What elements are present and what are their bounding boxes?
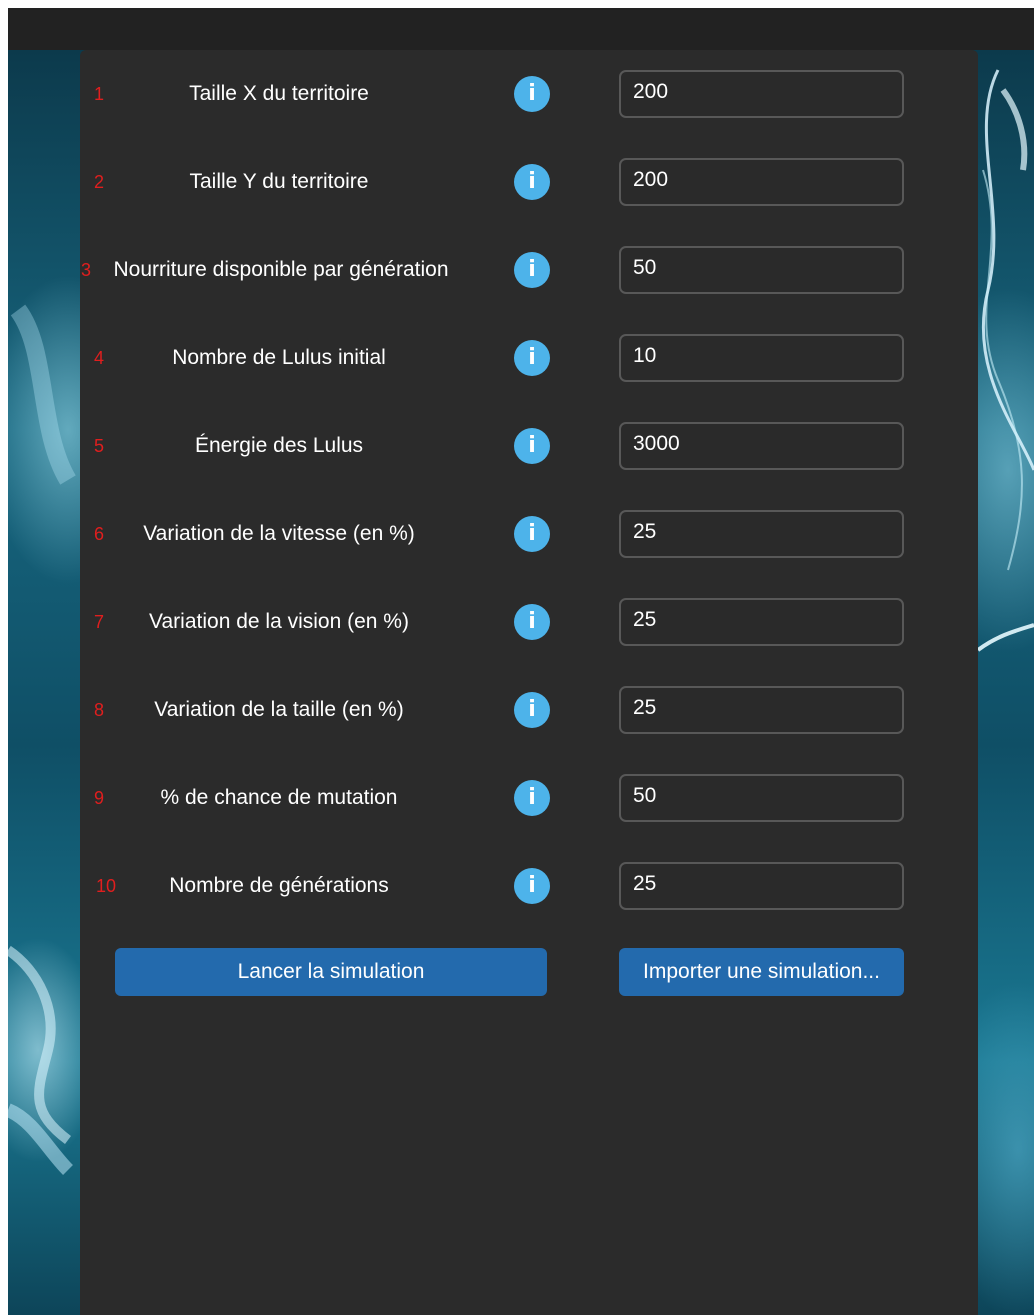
info-icon[interactable]: i	[514, 252, 550, 288]
info-icon[interactable]: i	[514, 164, 550, 200]
field-label: Taille Y du territoire	[189, 170, 369, 193]
info-icon[interactable]: i	[514, 780, 550, 816]
field-row-mutation-chance: 9 % de chance de mutation i	[80, 774, 978, 822]
info-icon[interactable]: i	[514, 428, 550, 464]
info-icon[interactable]: i	[514, 340, 550, 376]
territory-y-input[interactable]	[619, 158, 904, 206]
info-icon[interactable]: i	[514, 604, 550, 640]
field-row-speed-variation: 6 Variation de la vitesse (en %) i	[80, 510, 978, 558]
field-label: Variation de la vitesse (en %)	[143, 522, 415, 545]
field-label: % de chance de mutation	[160, 786, 398, 809]
top-bar	[8, 8, 1034, 50]
field-label: Nourriture disponible par génération	[113, 258, 449, 281]
field-row-generations: 10 Nombre de générations i	[80, 862, 978, 910]
info-icon[interactable]: i	[514, 692, 550, 728]
launch-simulation-button[interactable]: Lancer la simulation	[115, 948, 547, 996]
mutation-chance-input[interactable]	[619, 774, 904, 822]
field-row-vision-variation: 7 Variation de la vision (en %) i	[80, 598, 978, 646]
field-row-territory-x: 1 Taille X du territoire i	[80, 70, 978, 118]
field-row-territory-y: 2 Taille Y du territoire i	[80, 158, 978, 206]
info-icon[interactable]: i	[514, 868, 550, 904]
info-icon[interactable]: i	[514, 76, 550, 112]
field-label: Variation de la vision (en %)	[149, 610, 409, 633]
import-simulation-button[interactable]: Importer une simulation...	[619, 948, 904, 996]
lulus-energy-input[interactable]	[619, 422, 904, 470]
field-row-size-variation: 8 Variation de la taille (en %) i	[80, 686, 978, 734]
field-label: Taille X du territoire	[189, 82, 369, 105]
territory-x-input[interactable]	[619, 70, 904, 118]
field-label: Nombre de générations	[169, 874, 389, 897]
initial-lulus-input[interactable]	[619, 334, 904, 382]
speed-variation-input[interactable]	[619, 510, 904, 558]
field-row-energy: 5 Énergie des Lulus i	[80, 422, 978, 470]
field-row-food: 3 Nourriture disponible par génération i	[80, 246, 978, 294]
vision-variation-input[interactable]	[619, 598, 904, 646]
field-label: Énergie des Lulus	[194, 434, 364, 457]
generations-input[interactable]	[619, 862, 904, 910]
field-label: Variation de la taille (en %)	[154, 698, 404, 721]
field-label: Nombre de Lulus initial	[172, 346, 386, 369]
size-variation-input[interactable]	[619, 686, 904, 734]
settings-panel: 1 Taille X du territoire i 2 Taille Y du…	[80, 50, 978, 1315]
info-icon[interactable]: i	[514, 516, 550, 552]
field-row-initial-lulus: 4 Nombre de Lulus initial i	[80, 334, 978, 382]
food-per-generation-input[interactable]	[619, 246, 904, 294]
